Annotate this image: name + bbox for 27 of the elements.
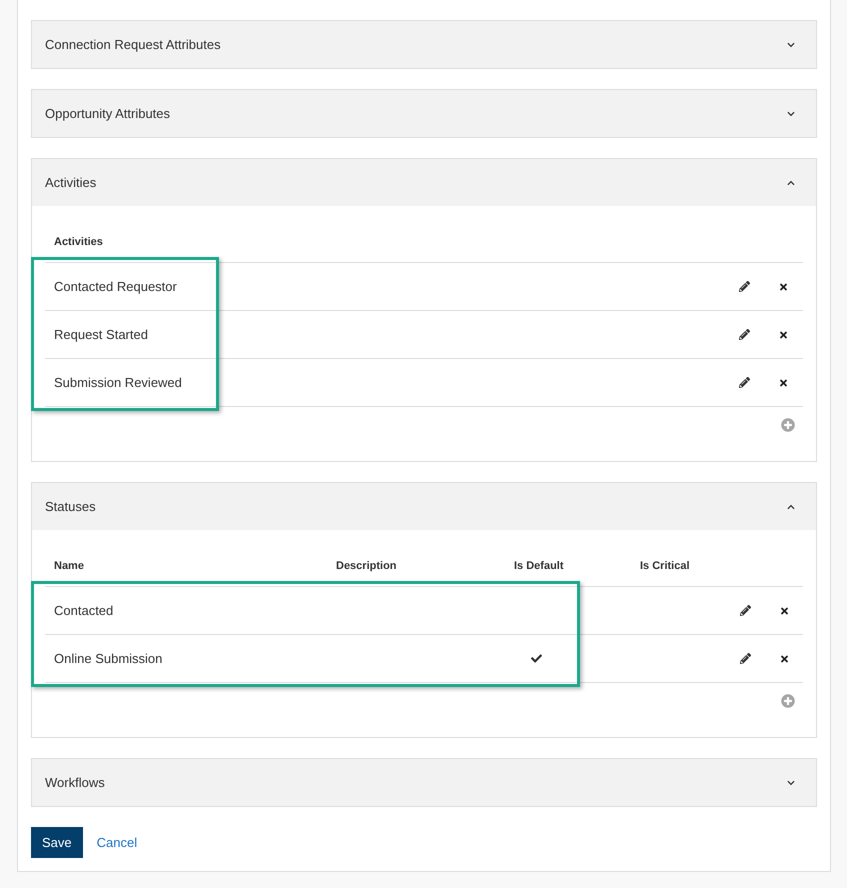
panel-header[interactable]: Connection Request Attributes [32,21,816,68]
panel-header[interactable]: Opportunity Attributes [32,90,816,137]
pencil-icon [740,605,750,616]
pencil-icon [740,653,750,664]
save-button[interactable]: Save [31,827,83,858]
x-icon [780,654,788,664]
panel-header[interactable]: Activities [32,159,816,206]
panel-header[interactable]: Statuses [32,483,816,530]
x-icon [778,378,788,388]
table-cell: Contacted [54,602,114,618]
column-header: Is Critical [640,560,690,572]
x-icon [778,282,788,292]
column-header: Is Default [514,560,564,572]
panel-header[interactable]: Workflows [32,759,816,806]
table-cell: Request Started [54,326,148,342]
pencil-icon [738,329,750,340]
column-header: Name [54,560,84,572]
pencil-icon [738,281,750,292]
pencil-icon [738,377,750,388]
x-icon [778,330,788,340]
table-cell: Contacted Requestor [54,278,177,294]
cancel-link[interactable]: Cancel [96,832,138,852]
column-header: Activities [54,236,103,248]
table-cell: Online Submission [54,650,162,666]
table-cell: Submission Reviewed [54,374,182,390]
x-icon [780,606,788,616]
column-header: Description [336,560,397,572]
